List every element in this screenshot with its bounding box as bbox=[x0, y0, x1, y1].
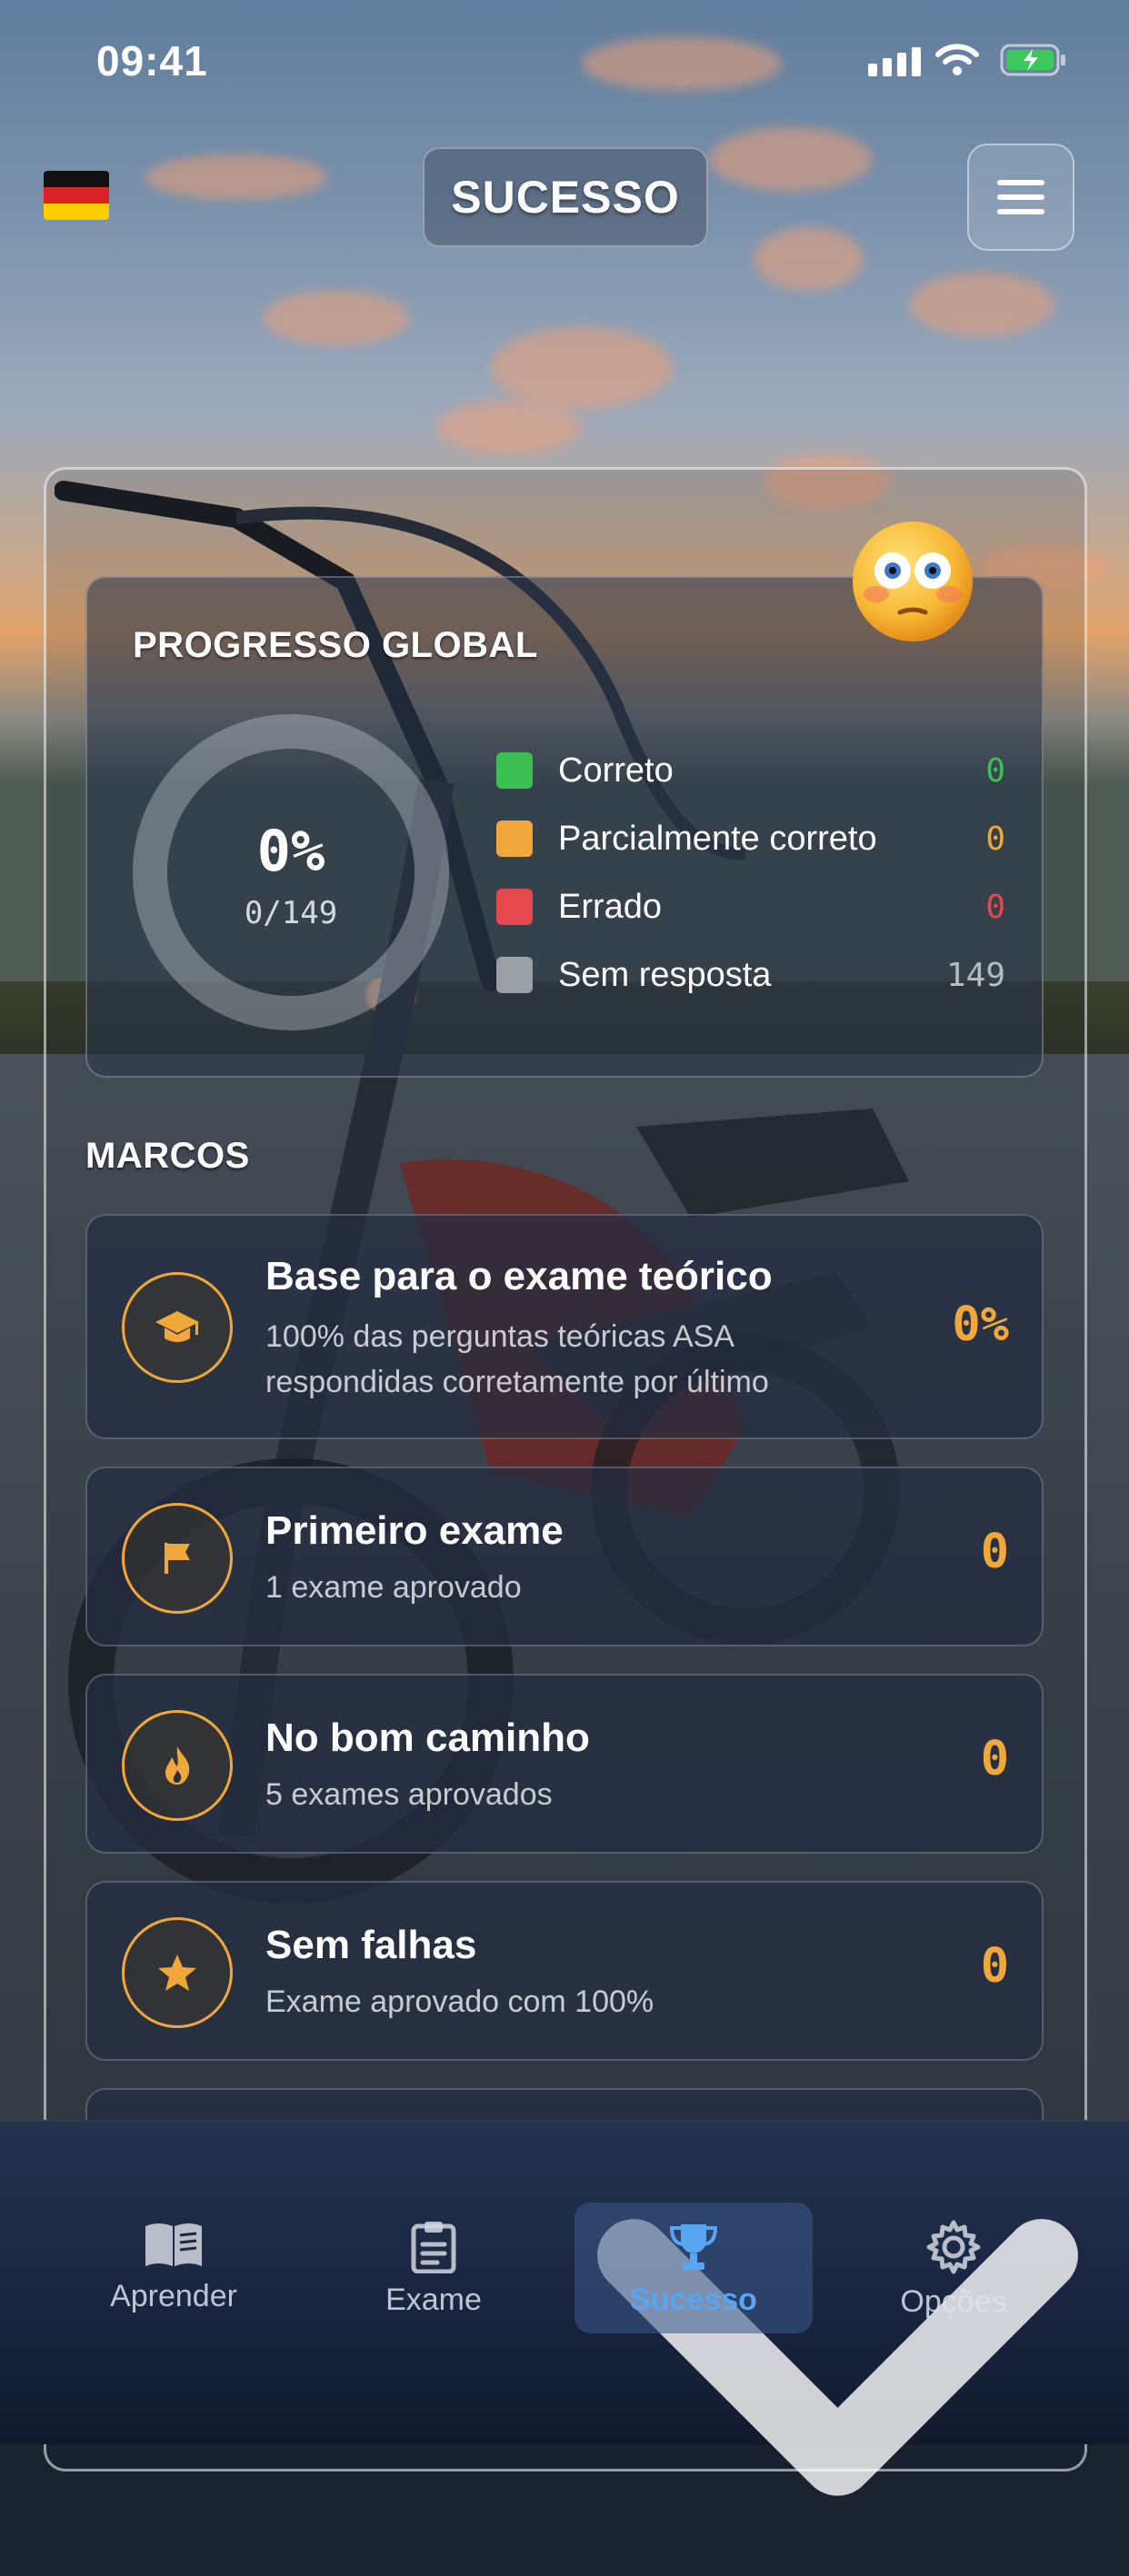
milestone-desc: Exame aprovado com 100% bbox=[265, 1984, 654, 2019]
tab-label: Exame bbox=[385, 2283, 482, 2317]
legend-partial: Parcialmente correto 0 bbox=[496, 816, 1005, 861]
milestone-value: 0 bbox=[980, 1732, 1009, 1786]
milestone-card-first-exam[interactable]: Primeiro exame 1 exame aprovado 0 bbox=[85, 1467, 1044, 1646]
milestone-value: 0 bbox=[980, 1525, 1009, 1579]
milestone-card-on-track[interactable]: No bom caminho 5 exames aprovados 0 bbox=[85, 1674, 1044, 1854]
progress-percent: 0% bbox=[256, 818, 325, 884]
hamburger-menu-icon bbox=[997, 180, 1044, 185]
clock: 09:41 bbox=[96, 37, 208, 85]
tab-aprender[interactable]: Aprender bbox=[55, 2203, 293, 2333]
legend-label: Correto bbox=[558, 751, 674, 790]
legend-label: Parcialmente correto bbox=[558, 819, 877, 858]
trophy-icon bbox=[669, 2224, 718, 2270]
legend-label: Sem resposta bbox=[558, 955, 772, 994]
tab-label: Aprender bbox=[110, 2279, 237, 2313]
cellular-signal-icon bbox=[868, 47, 921, 76]
battery-icon bbox=[1000, 44, 1065, 76]
wifi-icon bbox=[935, 44, 979, 75]
progress-title: PROGRESSO GLOBAL bbox=[133, 625, 538, 665]
flame-icon bbox=[122, 1710, 233, 1821]
status-bar: 09:41 bbox=[0, 0, 1129, 118]
legend-swatch-correct bbox=[496, 752, 533, 789]
star-icon bbox=[122, 1917, 233, 2028]
legend-swatch-unanswered bbox=[496, 957, 533, 993]
milestone-title: Base para o exame teórico bbox=[265, 1254, 773, 1298]
legend-unanswered: Sem resposta 149 bbox=[496, 952, 1005, 998]
legend-label: Errado bbox=[558, 887, 663, 926]
legend-correct: Correto 0 bbox=[496, 748, 1005, 793]
milestone-title: Sem falhas bbox=[265, 1923, 477, 1967]
graduation-cap-icon bbox=[122, 1272, 233, 1383]
progress-count: 0/149 bbox=[244, 895, 338, 931]
milestones-title: MARCOS bbox=[85, 1136, 250, 1176]
book-icon bbox=[145, 2223, 202, 2266]
tab-label: Sucesso bbox=[630, 2283, 757, 2317]
menu-button[interactable] bbox=[967, 144, 1074, 251]
legend-value: 0 bbox=[985, 888, 1005, 926]
milestone-value: 0 bbox=[980, 1939, 1009, 1994]
milestone-desc: 1 exame aprovado bbox=[265, 1570, 522, 1605]
tab-opcoes[interactable]: Opções bbox=[834, 2203, 1073, 2333]
milestone-desc: 5 exames aprovados bbox=[265, 1777, 553, 1812]
legend-value: 0 bbox=[985, 820, 1005, 858]
flag-icon bbox=[122, 1503, 233, 1614]
milestone-title: No bom caminho bbox=[265, 1716, 590, 1760]
legend-swatch-wrong bbox=[496, 889, 533, 925]
page-title: SUCESSO bbox=[423, 147, 708, 247]
clipboard-icon bbox=[411, 2222, 456, 2273]
tab-sucesso[interactable]: Sucesso bbox=[574, 2203, 813, 2333]
milestone-title: Primeiro exame bbox=[265, 1508, 564, 1553]
legend-value: 149 bbox=[945, 956, 1005, 994]
tab-label: Opções bbox=[900, 2284, 1007, 2319]
legend-wrong: Errado 0 bbox=[496, 884, 1005, 930]
milestone-value: 0% bbox=[952, 1298, 1009, 1352]
flushed-face-emoji-icon bbox=[853, 522, 973, 642]
german-flag-icon[interactable] bbox=[44, 171, 109, 220]
milestone-card-theory-base[interactable]: Base para o exame teórico 100% das pergu… bbox=[85, 1214, 1044, 1439]
legend-value: 0 bbox=[985, 751, 1005, 790]
gear-icon bbox=[926, 2220, 981, 2274]
legend-swatch-partial bbox=[496, 821, 533, 857]
milestone-card-flawless[interactable]: Sem falhas Exame aprovado com 100% 0 bbox=[85, 1881, 1044, 2061]
milestone-desc: 100% das perguntas teóricas ASA respondi… bbox=[265, 1319, 769, 1399]
tab-exame[interactable]: Exame bbox=[315, 2203, 553, 2333]
